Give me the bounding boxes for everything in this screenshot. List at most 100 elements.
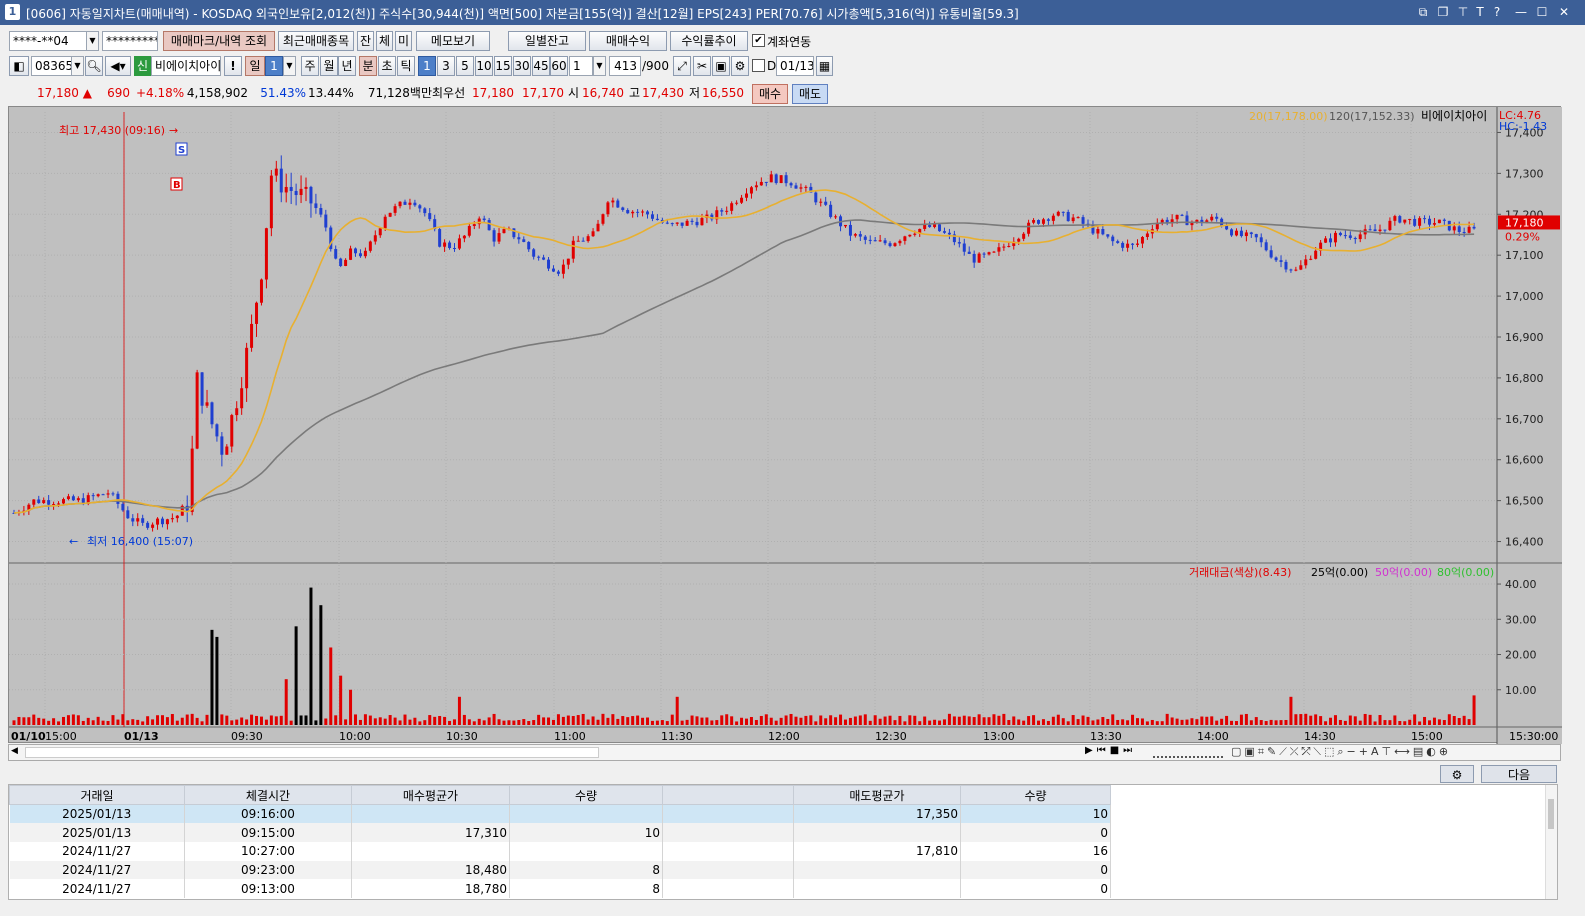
volume-bar — [433, 716, 437, 725]
period-button-1[interactable]: 월 — [320, 56, 338, 76]
table-row[interactable]: 2025/01/13 09:15:00 17,310 10 0 — [9, 823, 1111, 842]
balance-button[interactable]: 잔 — [357, 31, 374, 51]
stock-code-input[interactable]: 083650 — [31, 56, 72, 76]
sound-icon[interactable]: ◀▾ — [105, 56, 131, 76]
close-icon[interactable]: ✕ — [1555, 3, 1573, 21]
minute-button-3[interactable]: 3 — [437, 56, 455, 76]
scissor-icon[interactable]: ✂ — [693, 56, 711, 76]
day-count-input[interactable]: 1 — [265, 56, 283, 76]
candle-body — [76, 498, 80, 501]
chart-scroll-bar[interactable]: ◀ ▶⏮■⏭ ▢▣⌗✎⟋⤫⤱⟍⬚⌕−+A⊤⟷▤◐⊕ — [8, 744, 1561, 761]
minute-button-45[interactable]: 45 — [532, 56, 550, 76]
playback-controls[interactable]: ▶⏮■⏭ — [1085, 745, 1136, 756]
volume-bar — [363, 714, 367, 725]
account-dropdown-icon[interactable]: ▼ — [86, 31, 99, 51]
minute-button-10[interactable]: 10 — [475, 56, 493, 76]
table-row[interactable]: 2024/11/27 09:23:00 18,480 8 0 — [9, 860, 1111, 880]
period-button-4[interactable]: 초 — [378, 56, 396, 76]
trade-mark-button[interactable]: 매매마크/내역 조회 — [163, 31, 275, 51]
unit-count-input[interactable]: 1 — [569, 56, 593, 76]
settings-gear-icon[interactable]: ⚙ — [1440, 765, 1474, 783]
buy-button[interactable]: 매수 — [752, 84, 788, 104]
grid-scroll-thumb[interactable] — [1548, 799, 1554, 829]
candle-body — [1007, 245, 1011, 247]
table-row[interactable]: 2024/11/27 10:27:00 17,810 16 — [9, 841, 1111, 861]
minute-button-5[interactable]: 5 — [456, 56, 474, 76]
price-chart[interactable]: 17,400 17,300 17,200 17,100 17,000 16,900 16,8… — [8, 106, 1562, 744]
minute-button-60[interactable]: 60 — [550, 56, 568, 76]
save-icon[interactable]: ▣ — [712, 56, 730, 76]
unit-dropdown-icon[interactable]: ▼ — [593, 56, 606, 76]
alert-icon[interactable]: ! — [224, 56, 242, 76]
memo-button[interactable]: 메모보기 — [416, 31, 490, 51]
scroll-left-icon[interactable]: ◀ — [11, 746, 18, 756]
layout-icon[interactable]: ◧ — [9, 56, 29, 76]
executed-button[interactable]: 체 — [376, 31, 393, 51]
calendar-icon[interactable]: ▦ — [816, 56, 833, 76]
account-link-checkbox[interactable]: ✔ — [752, 34, 765, 47]
date-checkbox[interactable] — [752, 59, 765, 72]
column-header[interactable]: 매수평균가 — [351, 785, 510, 805]
search-icon[interactable]: 🔍︎ — [85, 56, 103, 76]
column-header[interactable]: 수량 — [960, 785, 1111, 805]
zoom-slider[interactable] — [1153, 746, 1223, 758]
period-button-0[interactable]: 주 — [301, 56, 319, 76]
table-cell — [662, 841, 794, 861]
recent-stocks-button[interactable]: 최근매매종목 — [278, 31, 354, 51]
daily-balance-button[interactable]: 일별잔고 — [508, 31, 586, 51]
scroll-thumb[interactable] — [25, 747, 599, 758]
table-row[interactable]: 2024/11/27 09:13:00 18,780 8 0 — [9, 879, 1111, 898]
grid-vertical-scrollbar[interactable] — [1545, 785, 1557, 899]
candle-body — [1309, 258, 1313, 260]
volume-bar — [952, 716, 956, 725]
column-header[interactable] — [662, 785, 794, 805]
return-trend-button[interactable]: 수익률추이 — [670, 31, 748, 51]
drawing-tools-icon[interactable]: ▢▣⌗✎⟋⤫⤱⟍⬚⌕−+A⊤⟷▤◐⊕ — [1231, 745, 1451, 759]
column-header[interactable]: 수량 — [509, 785, 663, 805]
next-button[interactable]: 다음 — [1481, 765, 1557, 783]
pin-icon[interactable]: ⊤ — [1454, 3, 1472, 21]
column-header[interactable]: 체결시간 — [184, 785, 352, 805]
minimize-icon[interactable]: — — [1512, 3, 1530, 21]
volume-bar — [754, 719, 758, 725]
unfilled-button[interactable]: 미 — [395, 31, 412, 51]
table-cell — [662, 823, 794, 842]
period-button-3[interactable]: 분 — [359, 56, 377, 76]
table-cell — [662, 804, 794, 824]
period-button-5[interactable]: 틱 — [397, 56, 415, 76]
period-day-button[interactable]: 일 — [245, 56, 265, 76]
move-icon[interactable]: ⤢ — [673, 56, 691, 76]
account-select[interactable]: ****-**04 — [9, 31, 87, 51]
candle-body — [1135, 243, 1139, 245]
candle-body — [858, 234, 862, 237]
minute-button-1[interactable]: 1 — [418, 56, 436, 76]
table-row[interactable]: 2025/01/13 09:16:00 17,350 10 — [9, 804, 1111, 824]
range-input[interactable]: 413 — [609, 56, 641, 76]
column-header[interactable]: 매도평균가 — [793, 785, 961, 805]
volume-bar — [448, 720, 452, 725]
column-header[interactable]: 거래일 — [9, 785, 185, 805]
sell-button[interactable]: 매도 — [792, 84, 828, 104]
candle-body — [250, 323, 254, 348]
trade-profit-button[interactable]: 매매수익 — [589, 31, 667, 51]
link-icon[interactable]: ⧉ — [1414, 3, 1432, 21]
volume-bar — [438, 715, 442, 725]
minute-button-30[interactable]: 30 — [513, 56, 531, 76]
volume-bar — [1437, 719, 1441, 725]
font-icon[interactable]: T — [1471, 3, 1489, 21]
period-button-2[interactable]: 년 — [338, 56, 356, 76]
candle-body — [695, 221, 699, 226]
day-dropdown-icon[interactable]: ▼ — [283, 56, 296, 76]
volume-bar — [1254, 717, 1258, 725]
code-dropdown-icon[interactable]: ▼ — [71, 56, 84, 76]
copy-icon[interactable]: ❐ — [1434, 3, 1452, 21]
password-input[interactable]: ********* — [102, 31, 158, 51]
volume-bar — [86, 717, 90, 725]
gear-icon[interactable]: ⚙ — [731, 56, 749, 76]
time-tick-label: 01/13 — [124, 730, 159, 743]
minute-button-15[interactable]: 15 — [494, 56, 512, 76]
help-icon[interactable]: ? — [1488, 3, 1506, 21]
maximize-icon[interactable]: ☐ — [1533, 3, 1551, 21]
date-input[interactable]: 01/13 — [776, 56, 814, 76]
candle-body — [1027, 222, 1031, 234]
